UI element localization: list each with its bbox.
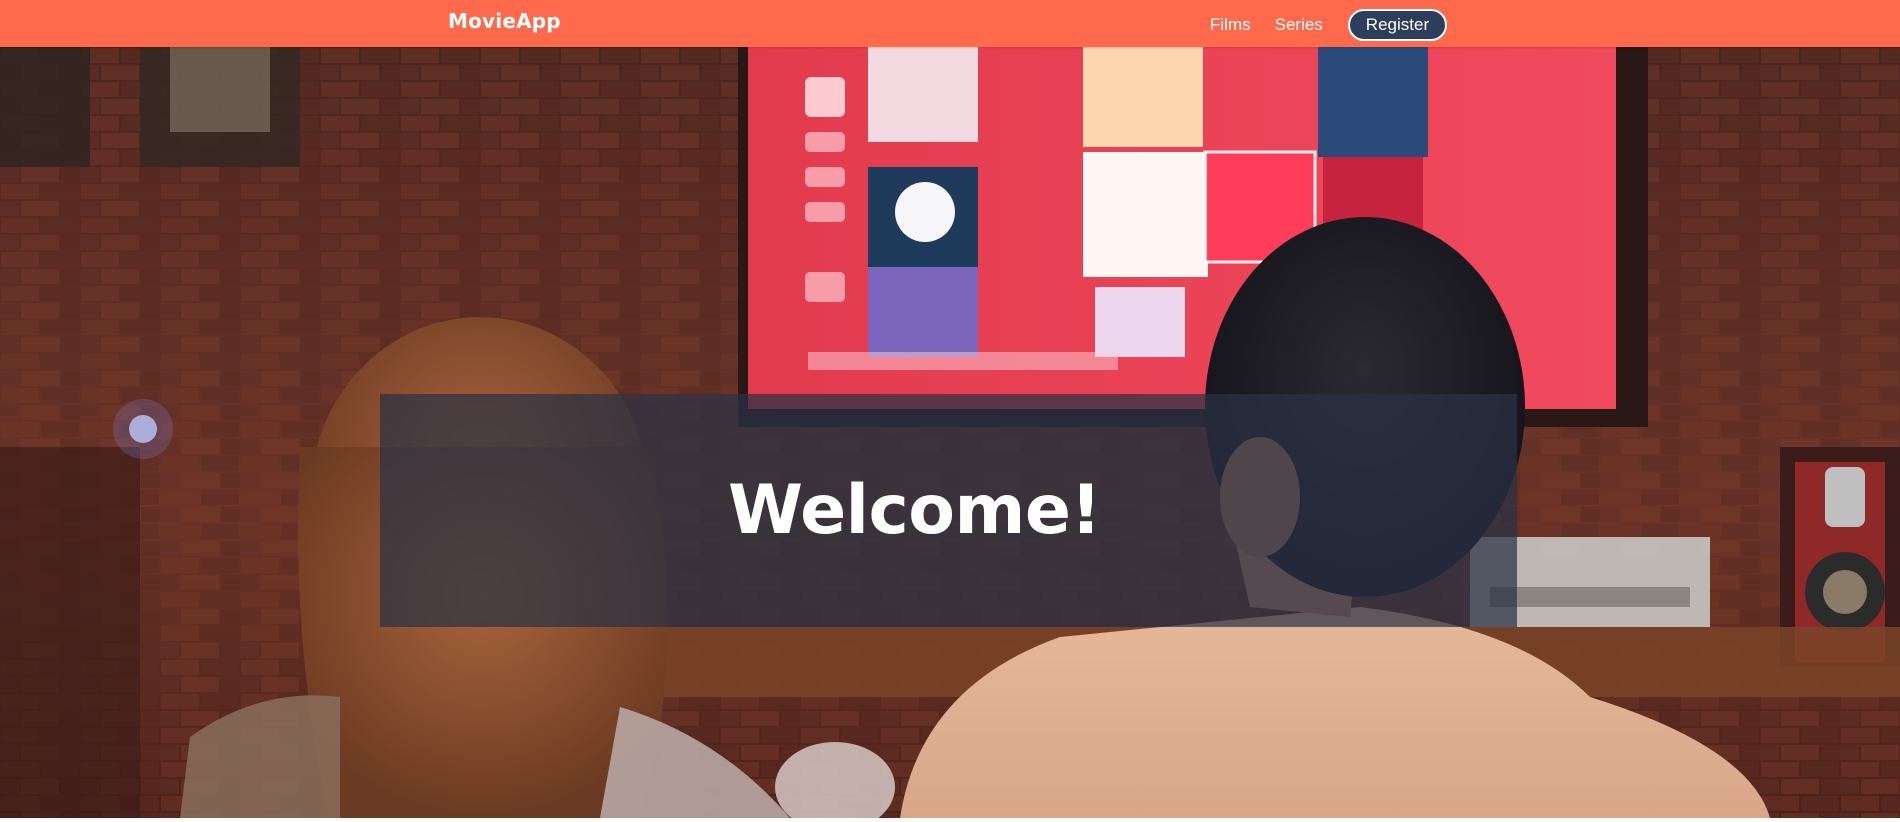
nav-link-series[interactable]: Series bbox=[1275, 11, 1323, 39]
bottom-divider bbox=[0, 818, 1900, 822]
welcome-banner: Welcome! bbox=[380, 394, 1517, 627]
register-button[interactable]: Register bbox=[1347, 9, 1448, 41]
welcome-title: Welcome! bbox=[727, 471, 1102, 550]
top-navbar: MovieApp Films Series Register bbox=[0, 0, 1900, 47]
hero-section: Welcome! bbox=[0, 47, 1900, 818]
nav-link-films[interactable]: Films bbox=[1210, 11, 1251, 39]
brand-logo[interactable]: MovieApp bbox=[448, 9, 561, 33]
nav-links: Films Series Register bbox=[1210, 9, 1448, 41]
